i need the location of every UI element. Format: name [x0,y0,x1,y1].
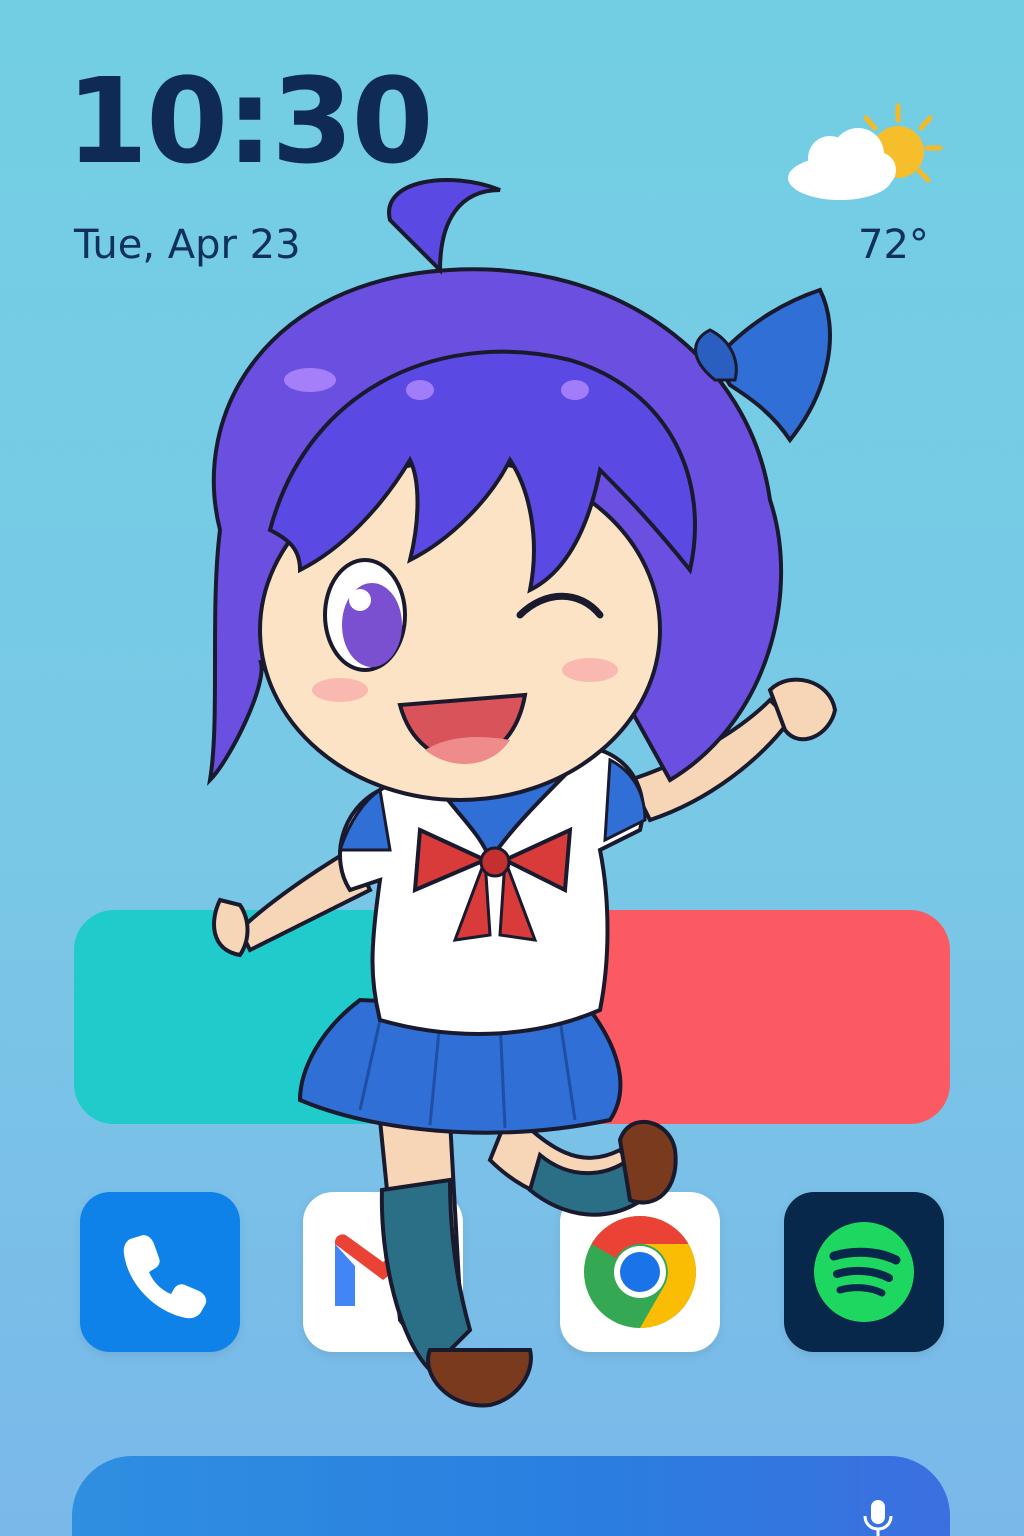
wallpaper-character [150,160,870,1420]
mic-icon[interactable] [858,1498,898,1536]
search-bar[interactable] [72,1456,950,1536]
